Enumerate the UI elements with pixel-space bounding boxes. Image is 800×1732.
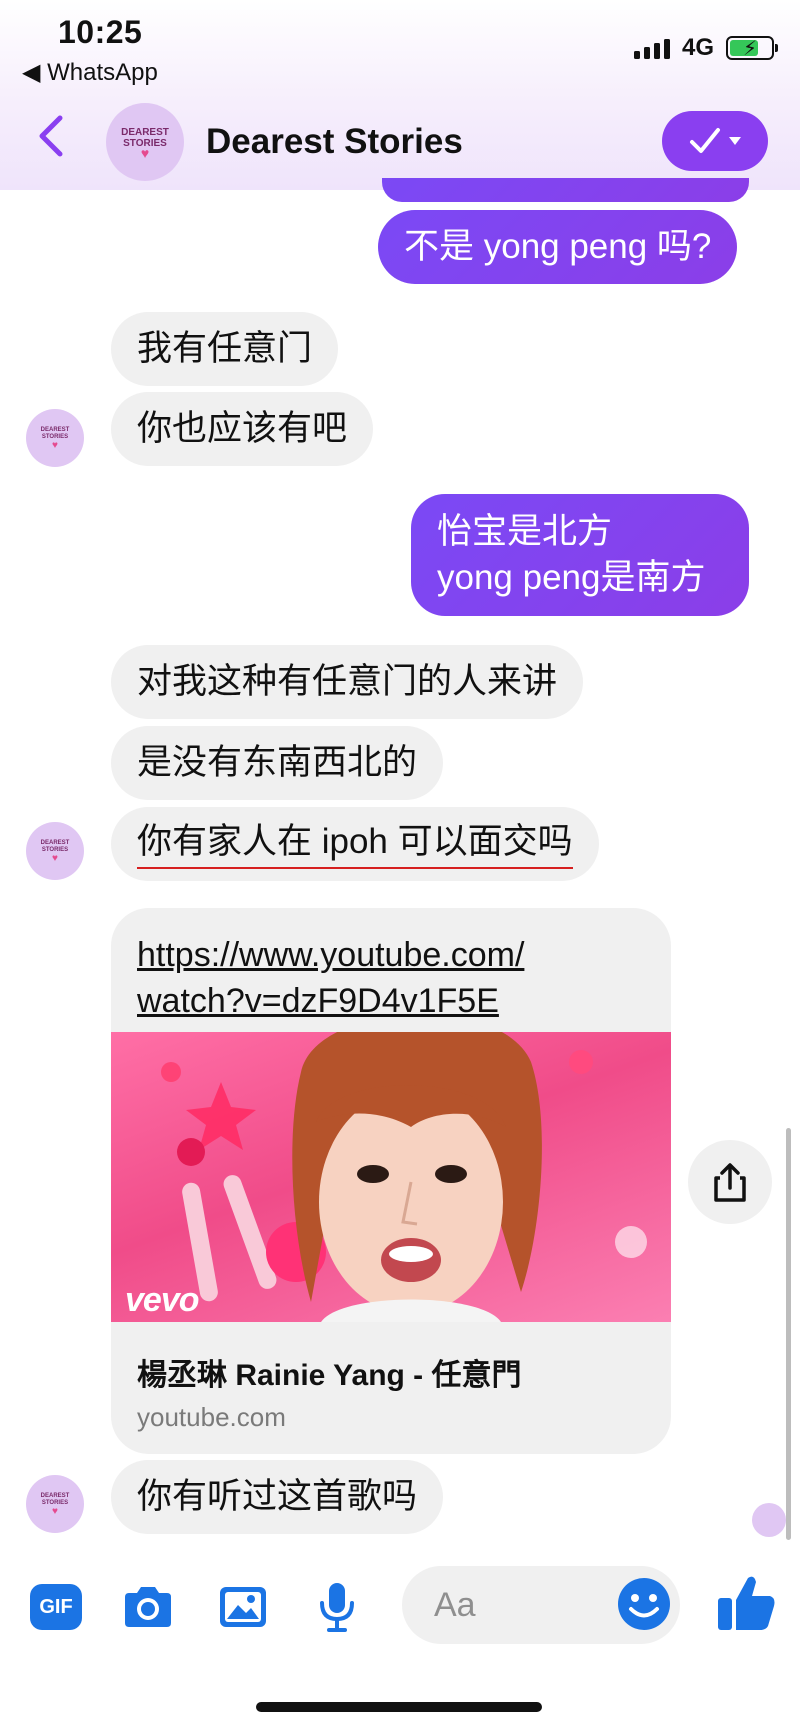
gif-icon: GIF bbox=[30, 1584, 82, 1630]
home-indicator[interactable] bbox=[256, 1702, 542, 1712]
camera-icon bbox=[125, 1587, 171, 1627]
microphone-button[interactable] bbox=[308, 1578, 366, 1636]
sender-avatar[interactable]: DEAREST STORIES ♥ bbox=[26, 409, 84, 467]
message-text: 是没有东南西北的 bbox=[137, 743, 418, 782]
video-thumbnail[interactable]: vevo bbox=[111, 1032, 671, 1322]
message-bubble-cropped bbox=[382, 178, 749, 202]
back-to-app-link[interactable]: ◀ WhatsApp bbox=[22, 58, 158, 87]
message-bubble-incoming[interactable]: 我有任意门 bbox=[111, 312, 339, 386]
vevo-watermark: vevo bbox=[125, 1281, 199, 1319]
image-button[interactable] bbox=[214, 1578, 272, 1636]
message-bubble-incoming[interactable]: 对我这种有任意门的人来讲 bbox=[111, 645, 584, 719]
image-icon bbox=[220, 1587, 266, 1627]
contact-avatar[interactable]: DEAREST STORIES ♥ bbox=[106, 103, 184, 181]
gif-button[interactable]: GIF bbox=[27, 1578, 85, 1636]
emoji-icon[interactable] bbox=[616, 1576, 672, 1632]
link-title: 楊丞琳 Rainie Yang - 任意門 bbox=[137, 1359, 522, 1392]
scrollbar[interactable] bbox=[786, 1128, 791, 1540]
verified-menu-button[interactable] bbox=[662, 111, 768, 171]
message-bubble-incoming[interactable]: 是没有东南西北的 bbox=[111, 726, 444, 800]
network-label: 4G bbox=[681, 34, 714, 61]
camera-button[interactable] bbox=[119, 1578, 177, 1636]
thumbnail-illustration bbox=[161, 1032, 647, 1322]
message-text: 你也应该有吧 bbox=[137, 409, 348, 448]
message-text: 你有家人在 ipoh 可以面交吗 bbox=[137, 819, 573, 869]
message-bubble-incoming[interactable]: 你有家人在 ipoh 可以面交吗 bbox=[111, 807, 599, 881]
link-preview-card[interactable]: https://www.youtube.com/ watch?v=dzF9D4v… bbox=[111, 908, 671, 1454]
message-text: 我有任意门 bbox=[137, 329, 313, 368]
status-indicators: 4G ⚡ bbox=[633, 34, 778, 62]
checkmark-icon bbox=[690, 128, 720, 153]
read-receipt-avatar bbox=[752, 1503, 786, 1537]
thumbs-up-icon[interactable] bbox=[716, 1572, 778, 1634]
message-line: yong peng是南方 bbox=[437, 558, 706, 597]
message-bubble-incoming[interactable]: 你有听过这首歌吗 bbox=[111, 1460, 444, 1534]
status-time: 10:25 bbox=[58, 14, 143, 50]
message-text: 你有听过这首歌吗 bbox=[137, 1477, 418, 1516]
share-icon bbox=[714, 1163, 746, 1202]
link-domain: youtube.com bbox=[137, 1402, 286, 1432]
share-button[interactable] bbox=[688, 1140, 772, 1224]
message-text: 对我这种有任意门的人来讲 bbox=[137, 662, 558, 701]
mic-icon bbox=[320, 1583, 354, 1632]
message-bubble-outgoing[interactable]: 怡宝是北方 yong peng是南方 bbox=[411, 494, 749, 616]
sender-avatar[interactable]: DEAREST STORIES ♥ bbox=[26, 1475, 84, 1533]
chevron-down-icon bbox=[729, 137, 741, 145]
link-url[interactable]: https://www.youtube.com/ watch?v=dzF9D4v… bbox=[137, 932, 524, 1024]
sender-avatar[interactable]: DEAREST STORIES ♥ bbox=[26, 822, 84, 880]
back-chevron-icon[interactable] bbox=[36, 114, 66, 158]
message-line: 怡宝是北方 bbox=[437, 512, 613, 551]
signal-icon bbox=[633, 37, 670, 59]
message-bubble-outgoing[interactable]: 不是 yong peng 吗? bbox=[378, 210, 738, 284]
message-bubble-incoming[interactable]: 你也应该有吧 bbox=[111, 392, 374, 466]
message-text: 不是 yong peng 吗? bbox=[404, 227, 712, 266]
battery-icon: ⚡ bbox=[726, 36, 778, 60]
message-input[interactable] bbox=[434, 1566, 604, 1644]
chat-title[interactable]: Dearest Stories bbox=[206, 122, 463, 162]
brand-logo: DEAREST STORIES ♥ bbox=[121, 126, 169, 161]
